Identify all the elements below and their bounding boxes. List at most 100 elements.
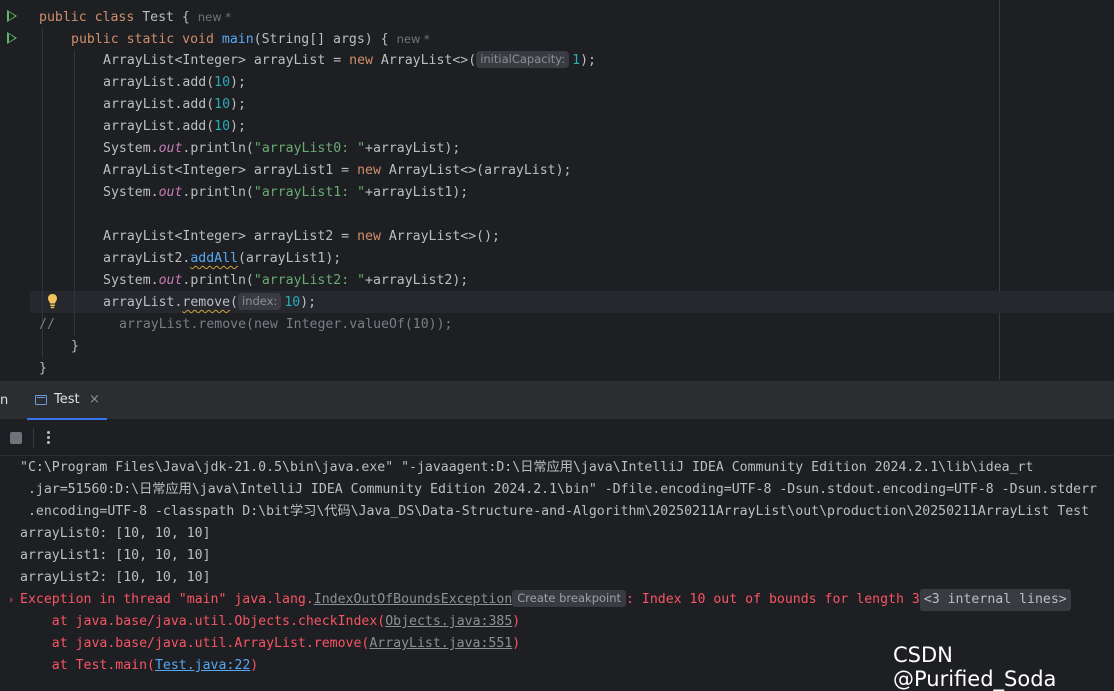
code-token: System. [103,141,159,156]
stop-icon[interactable] [10,432,22,444]
code-line-1: public class Test {new * [39,6,231,28]
parameter-hint: initialCapacity: [476,51,570,68]
exception-line: Exception in thread "main" java.lang.Ind… [20,589,1071,611]
close-icon[interactable]: × [89,392,100,407]
source-link[interactable]: Objects.java:385 [385,614,512,629]
output-line: arrayList1: [10, 10, 10] [20,548,211,563]
command-line: "C:\Program Files\Java\jdk-21.0.5\bin\ja… [20,460,1034,475]
code-line-8: ArrayList<Integer> arrayList1 = new Arra… [103,160,571,182]
code-token: arrayList.add( [103,97,215,112]
more-options-icon[interactable] [45,429,51,447]
code-line-3: ArrayList<Integer> arrayList = new Array… [103,50,596,72]
run-tool-window-tabs: n Test × [0,380,1114,420]
code-token: out [158,141,183,156]
code-line-2: public static void main(String[] args) {… [71,28,430,50]
console-toolbar [0,420,1114,456]
code-token: arrayList. [103,295,183,310]
right-margin-guide [999,0,1000,380]
code-line-17: } [39,361,47,376]
code-token: 1 [572,53,581,68]
code-line-11: ArrayList<Integer> arrayList2 = new Arra… [103,226,500,248]
code-token: Test { [134,10,190,25]
code-token: arrayList.add( [103,119,215,134]
code-token: ); [230,97,246,112]
code-token: ArrayList<>( [372,53,477,68]
code-token: arrayList2. [103,251,191,266]
tab-test[interactable]: Test × [27,381,107,420]
code-token: +arrayList1); [365,185,469,200]
internal-lines-fold[interactable]: <3 internal lines> [919,589,1071,611]
console-icon [35,395,47,405]
command-line: .encoding=UTF-8 -classpath D:\bit学习\代码\J… [20,504,1090,519]
toolbar-separator [33,428,34,448]
code-token: ); [300,295,317,310]
exception-message: : Index 10 out of bounds for length 3 [626,592,920,607]
tool-window-title: n [0,393,9,408]
code-line-13: System.out.println("arrayList2: "+arrayL… [103,270,468,292]
indent-guide [42,28,43,358]
code-line-5: arrayList.add(10); [103,94,246,116]
indent-guide [74,50,75,336]
code-token: "arrayList2: " [253,273,366,288]
code-token: addAll [190,251,238,266]
code-token: 10 [284,295,301,310]
author-hint: new * [197,10,232,24]
code-token: public static void [71,32,214,47]
lightbulb-icon[interactable] [47,293,58,310]
stack-trace-line: at java.base/java.util.Objects.checkInde… [20,611,520,633]
code-line-4: arrayList.add(10); [103,72,246,94]
parameter-hint: index: [238,293,282,310]
code-token: +arrayList); [365,141,461,156]
code-editor[interactable]: public class Test {new * public static v… [0,0,1114,380]
code-token: 10 [214,97,231,112]
commented-code: arrayList.remove(new Integer.valueOf(10)… [119,317,453,332]
create-breakpoint-button[interactable]: Create breakpoint [512,590,627,607]
exception-text: Exception in thread "main" java.lang. [20,592,314,607]
code-token: ); [580,53,596,68]
code-token: (String[] args) { [253,32,389,47]
expand-chevron-icon[interactable]: › [9,593,13,606]
code-token: "arrayList1: " [253,185,366,200]
code-line-7: System.out.println("arrayList0: "+arrayL… [103,138,460,160]
stack-frame: at java.base/java.util.Objects.checkInde… [20,614,386,629]
code-token: new [357,163,381,178]
watermark: CSDN @Purified_Soda [893,643,1057,691]
author-hint: new * [396,32,430,46]
code-token: ArrayList<Integer> arrayList1 = [103,163,358,178]
output-line: arrayList2: [10, 10, 10] [20,570,211,585]
code-token: ArrayList<Integer> arrayList2 = [103,229,358,244]
stack-frame: at Test.main( [20,658,155,673]
paren: ) [512,636,521,651]
code-token: System. [103,273,159,288]
code-token: .println( [182,273,254,288]
paren: ) [250,658,259,673]
code-line-6: arrayList.add(10); [103,116,246,138]
paren: ) [512,614,521,629]
run-main-icon[interactable] [7,32,17,44]
code-token: ArrayList<Integer> arrayList = [103,53,350,68]
code-token: 10 [214,75,231,90]
output-line: arrayList0: [10, 10, 10] [20,526,211,541]
code-token: ); [230,75,246,90]
source-link[interactable]: Test.java:22 [155,658,250,673]
code-token: .println( [182,141,254,156]
stack-trace-line: at Test.main(Test.java:22) [20,655,258,677]
code-token: (arrayList1); [237,251,342,266]
code-token: "arrayList0: " [253,141,366,156]
code-token: +arrayList2); [365,273,469,288]
code-token: main [221,32,254,47]
editor-gutter [0,0,30,380]
stack-frame: at java.base/java.util.ArrayList.remove( [20,636,370,651]
code-token: ArrayList<>(arrayList); [380,163,572,178]
run-class-icon[interactable] [7,10,17,22]
code-line-9: System.out.println("arrayList1: "+arrayL… [103,182,468,204]
code-token: .println( [182,185,254,200]
code-token: ( [230,295,238,310]
code-token: System. [103,185,159,200]
exception-class-link[interactable]: IndexOutOfBoundsException [314,592,513,607]
code-line-14: arrayList.remove(index: 10); [103,292,316,314]
source-link[interactable]: ArrayList.java:551 [369,636,512,651]
comment-slashes: // [39,317,55,332]
code-token: out [158,273,183,288]
command-line: .jar=51560:D:\日常应用\java\IntelliJ IDEA Co… [20,482,1097,497]
